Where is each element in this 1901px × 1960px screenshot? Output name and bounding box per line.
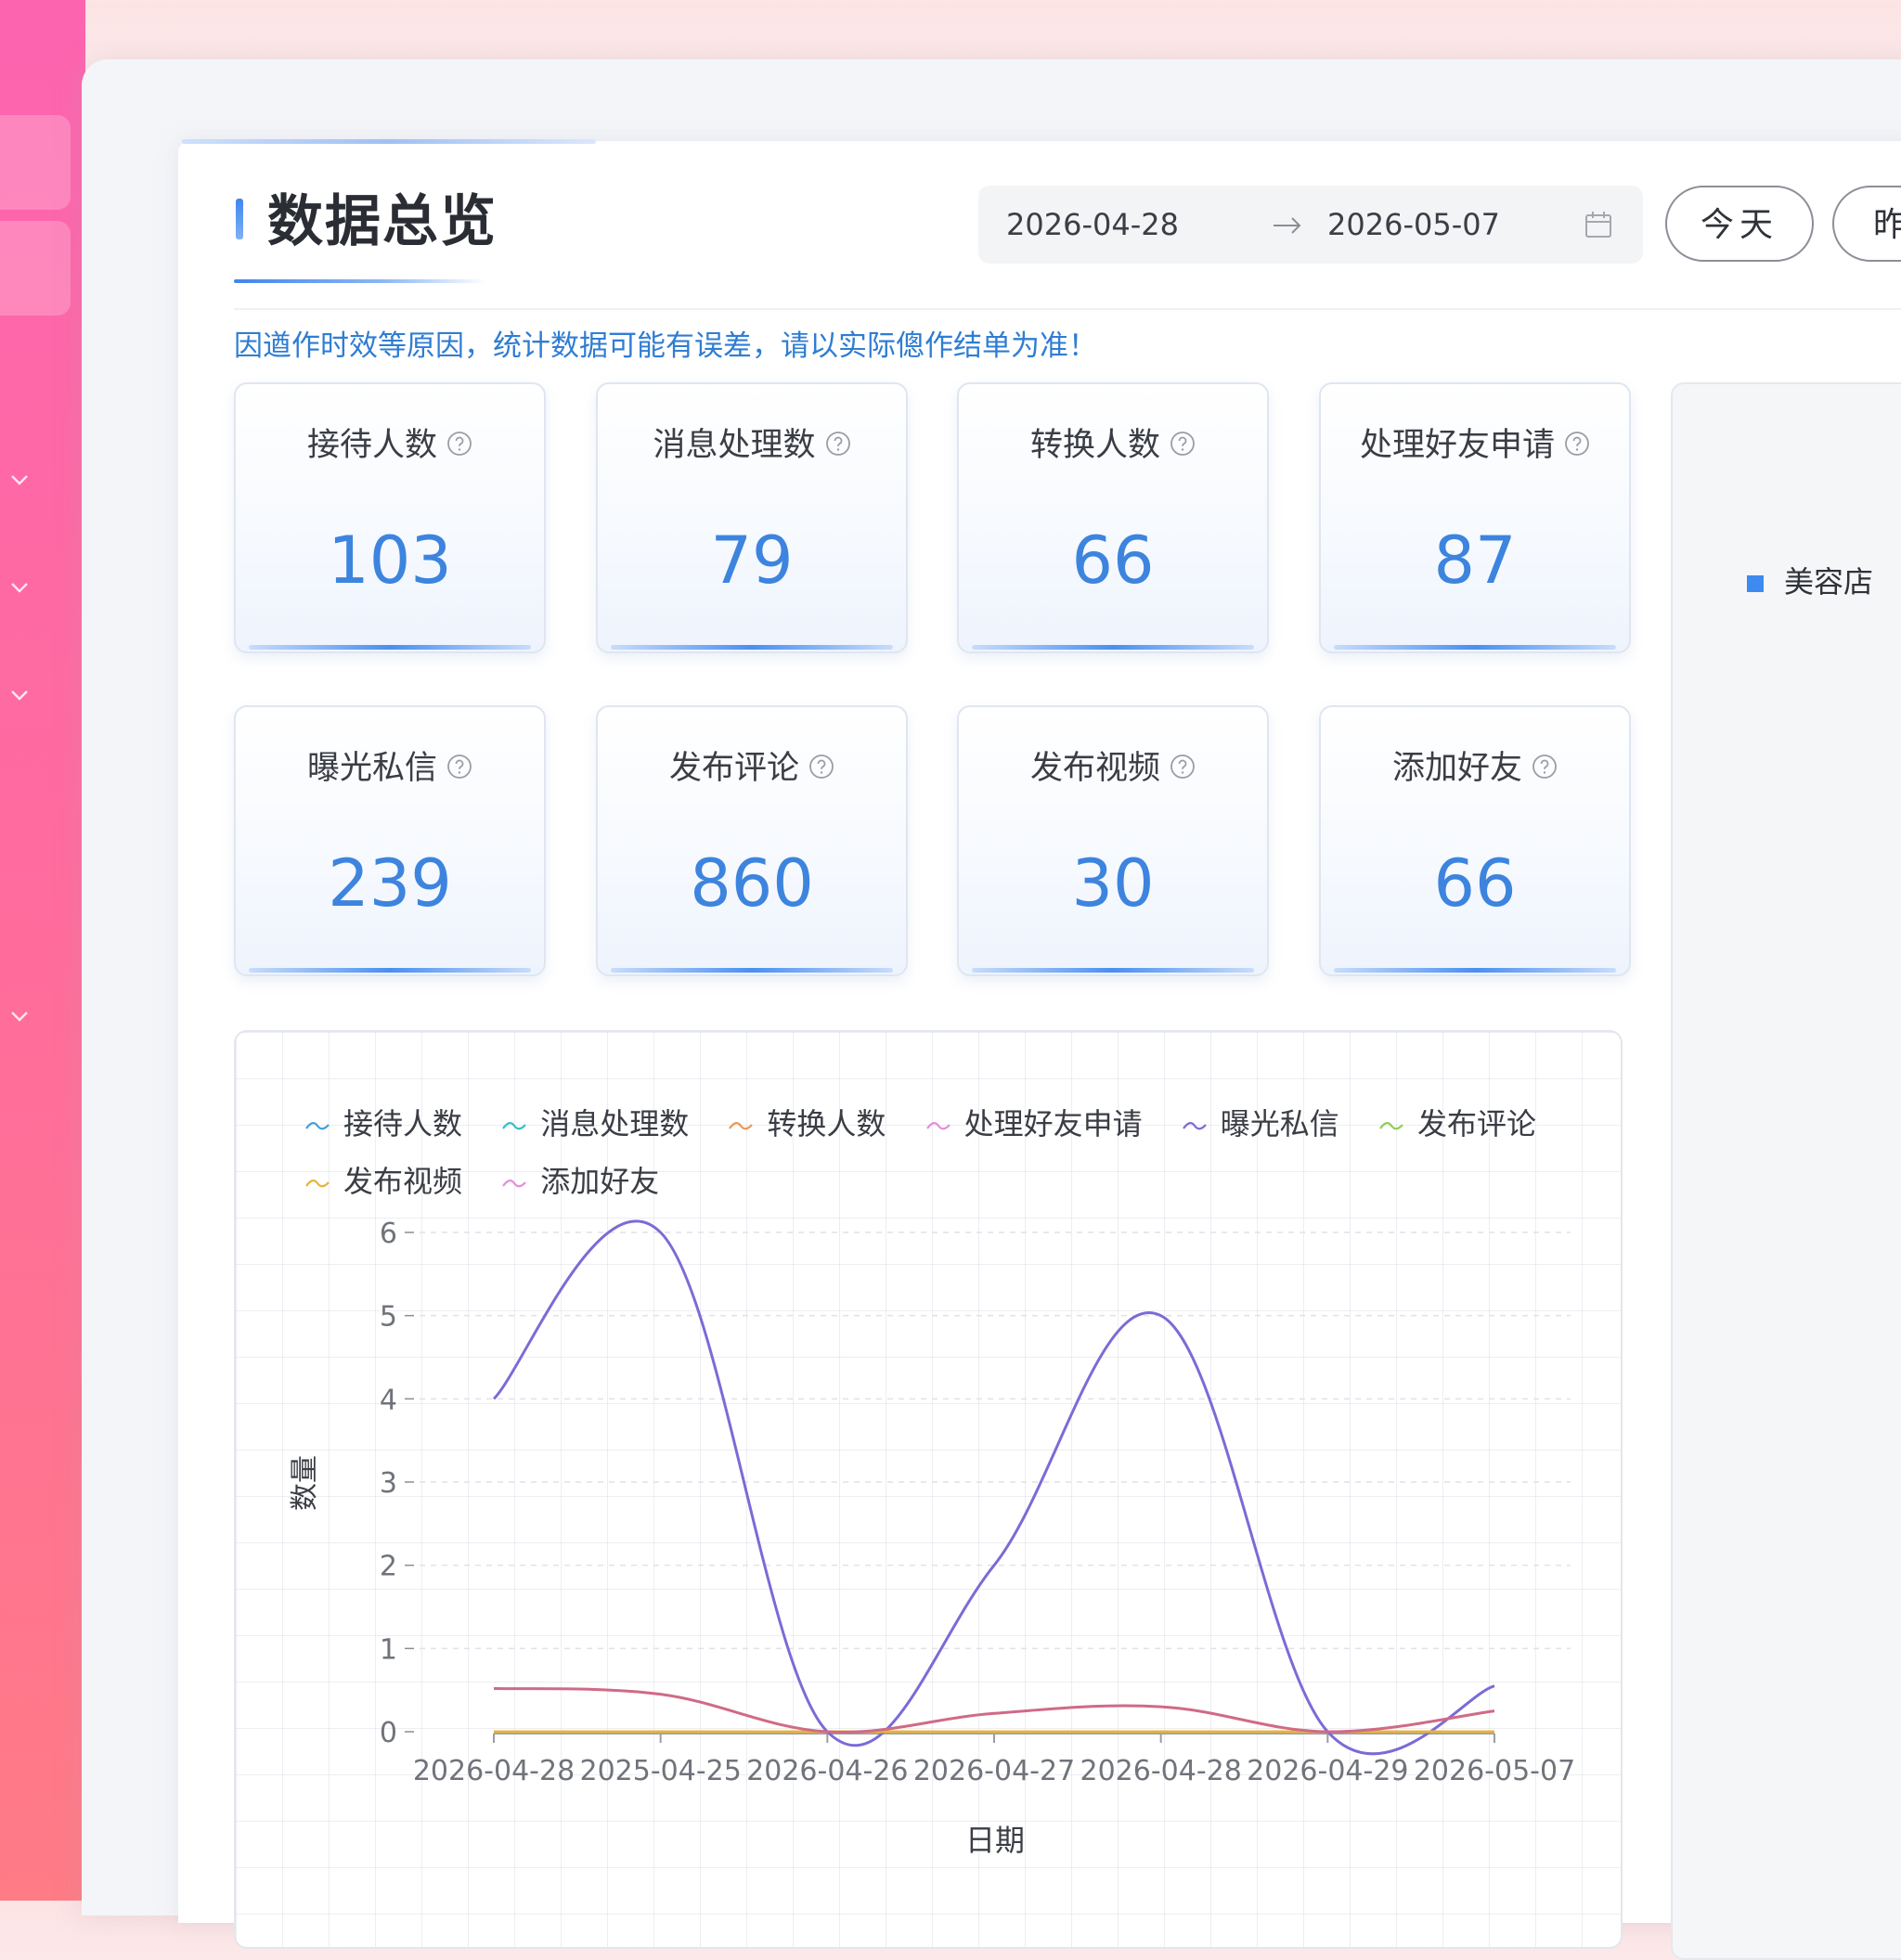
stat-label-wrap: 消息处理数 [598,425,906,466]
store-distribution-panel [1671,382,1901,1960]
chart-gridlines [420,1231,1571,1650]
help-icon[interactable] [446,431,472,457]
sidebar-strip [0,0,85,1901]
stat-value: 79 [710,522,794,599]
x-tick-label: 2026-04-28 [413,1755,575,1787]
today-button[interactable]: 今天 [1665,186,1814,262]
stat-label-wrap: 曝光私信 [236,748,544,789]
sidebar-card[interactable] [0,115,71,210]
chevron-down-icon[interactable] [7,468,32,492]
page-title: 数据总览 [267,189,498,254]
stat-label: 发布评论 [668,750,799,787]
stat-label: 转换人数 [1029,427,1160,464]
y-tick-label: 2 [380,1551,397,1583]
stat-value: 239 [328,845,452,922]
sidebar-card[interactable] [0,221,71,316]
stat-label: 处理好友申请 [1359,427,1555,464]
help-icon[interactable] [808,754,834,780]
date-end-field[interactable]: 2026-05-07 [1327,206,1500,243]
stat-label-wrap: 转换人数 [959,425,1267,466]
help-icon[interactable] [825,431,851,457]
store-legend-marker [1747,575,1764,592]
y-axis-label: 数量 [289,1455,321,1511]
calendar-icon[interactable] [1582,208,1615,241]
stat-card: 消息处理数 79 [596,382,908,653]
stat-card: 转换人数 66 [957,382,1269,653]
x-tick-label: 2026-04-29 [1247,1755,1408,1787]
series-lines [492,1219,1495,1756]
stat-label-wrap: 接待人数 [236,425,544,466]
stat-label: 曝光私信 [306,750,437,787]
chevron-down-icon[interactable] [7,575,32,600]
x-tick-label: 2026-04-27 [913,1755,1075,1787]
stat-card: 接待人数 103 [234,382,546,653]
title-accent-bar [236,199,243,239]
series-line [493,1686,1495,1734]
stat-label-wrap: 处理好友申请 [1321,425,1629,466]
stat-label-wrap: 发布评论 [598,748,906,789]
stat-label: 添加好友 [1391,750,1522,787]
help-icon[interactable] [446,754,472,780]
y-tick-label: 1 [380,1633,397,1666]
stat-value: 30 [1071,845,1155,922]
y-axis: 0 1 2 3 4 5 6 [380,1218,414,1749]
stat-card: 曝光私信 239 [234,705,546,976]
y-tick-label: 6 [380,1218,397,1250]
date-start-field[interactable]: 2026-04-28 [1006,206,1179,243]
title-underline [234,279,486,283]
x-tick-label: 2026-04-28 [1080,1755,1241,1787]
stat-value: 860 [690,845,814,922]
stat-label: 发布视频 [1029,750,1160,787]
x-tick-label: 2026-05-07 [1414,1755,1575,1787]
x-tick-label: 2026-04-26 [746,1755,908,1787]
notice-text: 因遒作时效等原因，统计数据可能有误差，请以实际傯作结单为准！ [234,329,1097,363]
stat-label-wrap: 添加好友 [1321,748,1629,789]
help-icon[interactable] [1170,431,1196,457]
stat-card: 添加好友 66 [1319,705,1631,976]
y-tick-label: 4 [380,1384,397,1416]
stat-label-wrap: 发布视频 [959,748,1267,789]
y-tick-label: 5 [380,1301,397,1334]
stat-value: 103 [328,522,452,599]
x-axis-label: 日期 [965,1823,1025,1858]
y-tick-label: 0 [380,1717,397,1749]
stat-card: 处理好友申请 87 [1319,382,1631,653]
stat-value: 87 [1433,522,1517,599]
x-axis: 2026-04-28 2025-04-25 2026-04-26 2026-04-27… [413,1733,1575,1787]
header-divider [234,308,1901,310]
panel-accent-line [182,139,596,144]
chevron-down-icon[interactable] [7,683,32,707]
trend-line-chart: 0123456 2026-04-28 2025-04-25 2026-04-26 20… [289,1218,1575,1858]
yesterday-button[interactable]: 昨 [1832,186,1901,262]
stat-card: 发布评论 860 [596,705,908,976]
x-tick-label: 2025-04-25 [579,1755,741,1787]
date-range-picker[interactable]: 2026-04-28 2026-05-07 [978,186,1643,264]
stat-card: 发布视频 30 [957,705,1269,976]
help-icon[interactable] [1170,754,1196,780]
y-tick-label: 3 [380,1467,397,1500]
arrow-right-icon [1274,217,1301,234]
stat-value: 66 [1071,522,1155,599]
stat-label: 消息处理数 [653,427,816,464]
chevron-down-icon[interactable] [7,1004,32,1028]
help-icon[interactable] [1564,431,1590,457]
help-icon[interactable] [1532,754,1558,780]
stat-label: 接待人数 [306,427,437,464]
store-legend-label: 美容店 [1784,564,1874,600]
series-line [492,1219,1495,1756]
stat-value: 66 [1433,845,1517,922]
